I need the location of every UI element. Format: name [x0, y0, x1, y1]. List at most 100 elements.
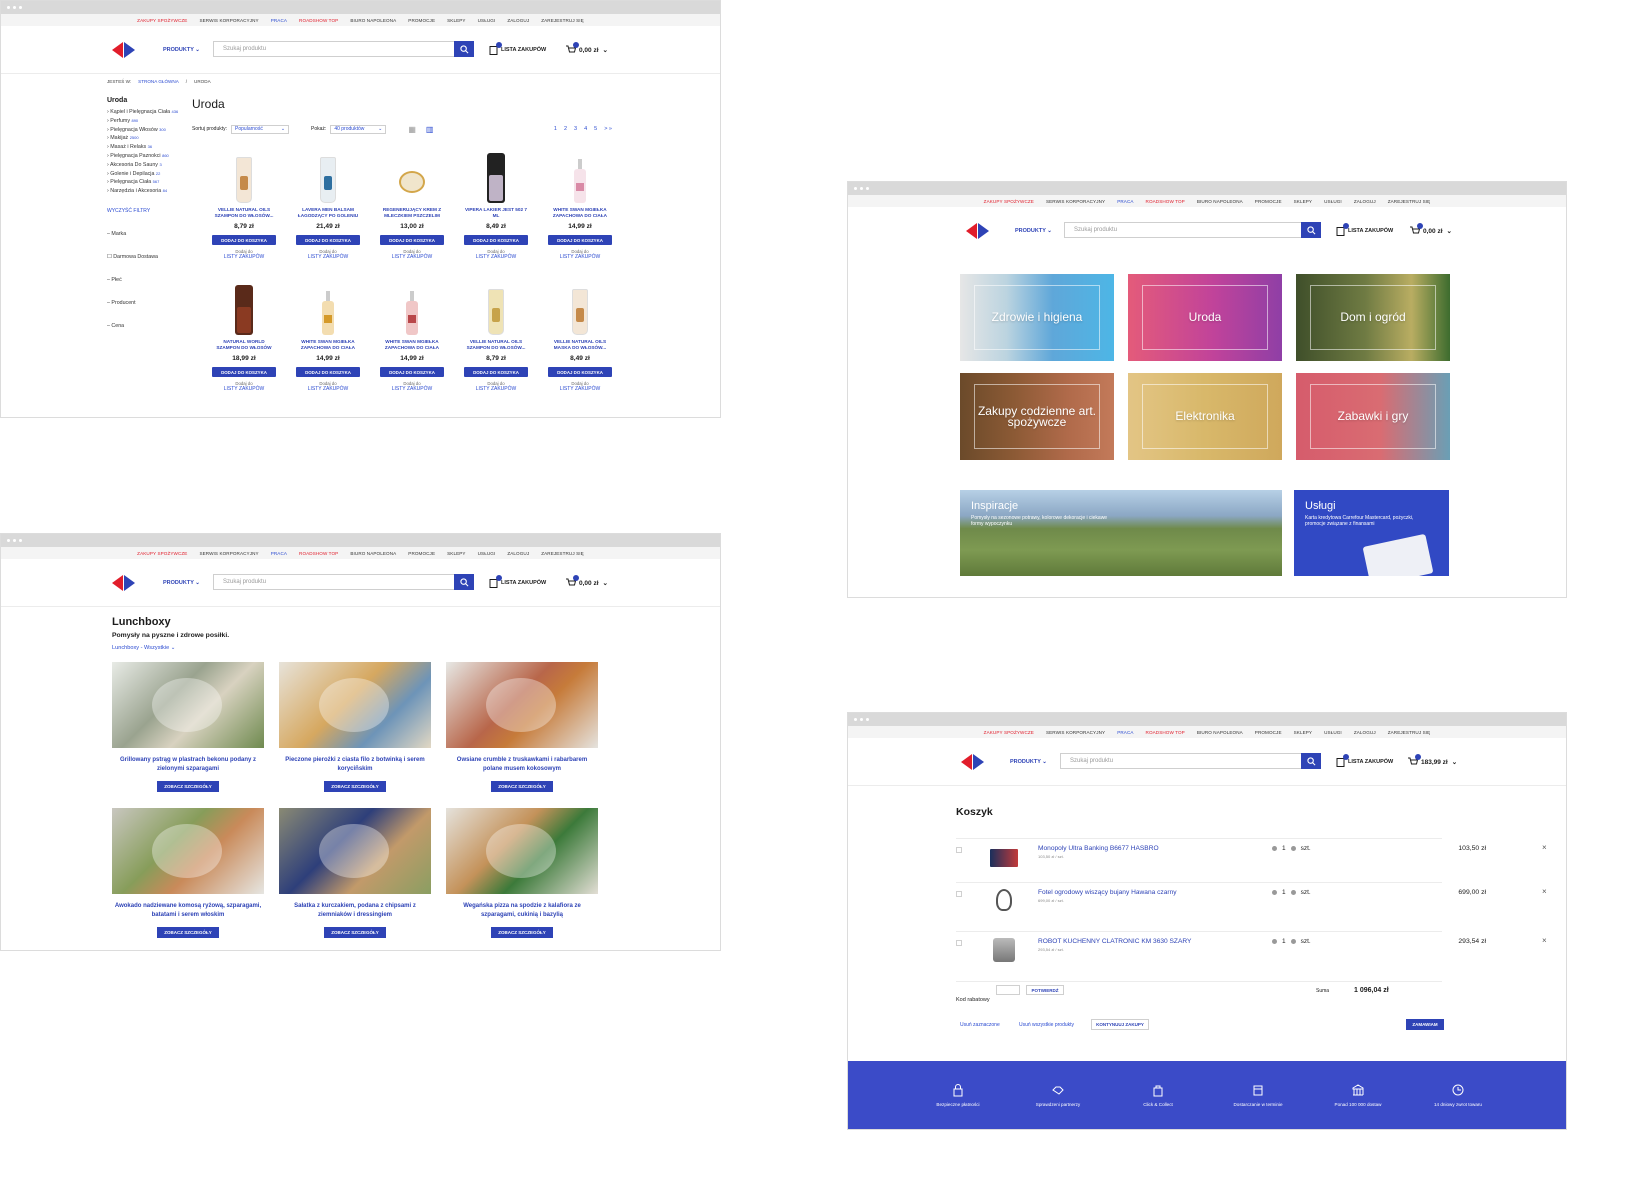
filter-producer[interactable]: – Producent: [107, 300, 187, 306]
confirm-coupon-button[interactable]: POTWIERDŹ: [1026, 985, 1064, 995]
clear-filters-link[interactable]: WYCZYŚĆ FILTRY: [107, 208, 187, 214]
filter-price[interactable]: – Cena: [107, 323, 187, 329]
sort-select[interactable]: Popularność ⌄: [231, 124, 290, 134]
topnav-item[interactable]: SKLEPY: [1294, 199, 1312, 204]
recipe-details-button[interactable]: ZOBACZ SZCZEGÓŁY: [157, 927, 219, 938]
add-to-cart-button[interactable]: DODAJ DO KOSZYKA: [296, 235, 360, 245]
product-name[interactable]: VELLIE NATURAL OILS SZAMPON DO WŁOSÓW...: [212, 207, 276, 219]
add-to-list-link[interactable]: LISTY ZAKUPÓW: [476, 386, 516, 392]
topnav-item[interactable]: SERWIS KORPORACYJNY: [1046, 199, 1105, 204]
minus-icon[interactable]: [1272, 890, 1277, 895]
cart-summary[interactable]: 0,00 zł ⌄: [566, 575, 608, 588]
topnav-item[interactable]: PRACA: [1117, 199, 1133, 204]
item-checkbox[interactable]: [956, 940, 962, 946]
recipe-details-button[interactable]: ZOBACZ SZCZEGÓŁY: [324, 781, 386, 792]
search-button[interactable]: [454, 41, 474, 57]
sidebar-category[interactable]: › Golenie i Depilacja 22: [107, 170, 187, 179]
item-checkbox[interactable]: [956, 891, 962, 897]
order-button[interactable]: ZAMAWIAM: [1406, 1019, 1444, 1030]
search-input[interactable]: Szukaj produktu: [1065, 227, 1301, 233]
product-image[interactable]: [313, 151, 343, 203]
add-to-list-link[interactable]: LISTY ZAKUPÓW: [560, 254, 600, 260]
quantity-stepper[interactable]: 1 szt.: [1272, 889, 1311, 896]
recipe-details-button[interactable]: ZOBACZ SZCZEGÓŁY: [324, 927, 386, 938]
product-name[interactable]: VELLIE NATURAL OILS SZAMPON DO WŁOSÓW...: [464, 339, 528, 351]
topnav-item[interactable]: USŁUGI: [1324, 730, 1342, 735]
recipe-details-button[interactable]: ZOBACZ SZCZEGÓŁY: [491, 927, 553, 938]
add-to-cart-button[interactable]: DODAJ DO KOSZYKA: [212, 367, 276, 377]
product-name[interactable]: REGENERUJĄCY KREM Z MLECZKIEM PSZCZELIM: [380, 207, 444, 219]
add-to-list-link[interactable]: LISTY ZAKUPÓW: [224, 254, 264, 260]
topnav-item[interactable]: ROADSHOW TOP: [299, 551, 338, 556]
topnav-item[interactable]: ZAKUPY SPOŻYWCZE: [984, 199, 1034, 204]
topnav-item[interactable]: ZALOGUJ: [1354, 730, 1376, 735]
topnav-item[interactable]: ZAKUPY SPOŻYWCZE: [137, 18, 187, 23]
topnav-item[interactable]: ROADSHOW TOP: [1146, 199, 1185, 204]
cart-summary[interactable]: 0,00 zł ⌄: [566, 42, 608, 55]
search-box[interactable]: Szukaj produktu: [213, 41, 474, 57]
products-menu-button[interactable]: PRODUKTY ⌄: [163, 47, 200, 53]
products-menu-button[interactable]: PRODUKTY ⌄: [1015, 228, 1052, 234]
filter-brand[interactable]: – Marka: [107, 231, 187, 237]
topnav-item[interactable]: SKLEPY: [447, 18, 465, 23]
topnav-item[interactable]: SKLEPY: [447, 551, 465, 556]
add-to-cart-button[interactable]: DODAJ DO KOSZYKA: [380, 367, 444, 377]
add-to-list-link[interactable]: LISTY ZAKUPÓW: [224, 386, 264, 392]
tile-home-garden[interactable]: Dom i ogród: [1296, 274, 1450, 361]
add-to-cart-button[interactable]: DODAJ DO KOSZYKA: [296, 367, 360, 377]
recipe-details-button[interactable]: ZOBACZ SZCZEGÓŁY: [157, 781, 219, 792]
search-input[interactable]: Szukaj produktu: [1061, 758, 1301, 764]
search-button[interactable]: [1301, 222, 1321, 238]
topnav-item[interactable]: PRACA: [271, 551, 287, 556]
cart-item-name[interactable]: Monopoly Ultra Banking B6677 HASBRO: [1038, 845, 1159, 852]
cart-item-name[interactable]: Fotel ogrodowy wiszący bujany Hawana cza…: [1038, 889, 1177, 896]
product-name[interactable]: WHITE SWAN MGIEŁKA ZAPACHOWA DO CIAŁA: [548, 207, 612, 219]
topnav-item[interactable]: USŁUGI: [478, 551, 496, 556]
add-to-list-link[interactable]: LISTY ZAKUPÓW: [392, 386, 432, 392]
topnav-item[interactable]: ZALOGUJ: [507, 18, 529, 23]
quantity-stepper[interactable]: 1 szt.: [1272, 845, 1311, 852]
cart-item-name[interactable]: ROBOT KUCHENNY CLATRONIC KM 3630 SZARY: [1038, 938, 1191, 945]
product-name[interactable]: NATURAL WORLD SZAMPON DO WŁOSÓW: [212, 339, 276, 351]
plus-icon[interactable]: [1290, 846, 1296, 851]
topnav-item[interactable]: ROADSHOW TOP: [1146, 730, 1185, 735]
recipe-title[interactable]: Owsiane crumble z truskawkami i rabarbar…: [447, 756, 597, 776]
plus-icon[interactable]: [1290, 890, 1296, 895]
shopping-list-link[interactable]: LISTA ZAKUPÓW: [489, 42, 546, 55]
add-to-cart-button[interactable]: DODAJ DO KOSZYKA: [548, 235, 612, 245]
recipe-title[interactable]: Wegańska pizza na spodzie z kalafiora ze…: [447, 902, 597, 922]
recipe-title[interactable]: Grillowany pstrąg w plastrach bekonu pod…: [113, 756, 263, 776]
topnav-item[interactable]: ZAREJESTRUJ SIĘ: [541, 18, 584, 23]
sidebar-category[interactable]: › Pielęgnacja Ciała 567: [107, 178, 187, 187]
recipe-image[interactable]: [446, 662, 598, 748]
search-box[interactable]: Szukaj produktu: [1064, 222, 1321, 238]
search-button[interactable]: [1301, 753, 1321, 769]
filter-gender[interactable]: – Płeć: [107, 277, 187, 283]
tile-toys[interactable]: Zabawki i gry: [1296, 373, 1450, 460]
sidebar-category[interactable]: › Akcesoria Do Sauny 3: [107, 161, 187, 170]
add-to-list-link[interactable]: LISTY ZAKUPÓW: [308, 254, 348, 260]
services-banner[interactable]: Usługi Karta kredytowa Carrefour Masterc…: [1294, 490, 1449, 576]
product-image[interactable]: [397, 283, 427, 335]
search-box[interactable]: Szukaj produktu: [1060, 753, 1321, 769]
sidebar-category[interactable]: › Masaż i Relaks 36: [107, 143, 187, 152]
minus-icon[interactable]: [1272, 846, 1277, 851]
shopping-list-link[interactable]: LISTA ZAKUPÓW: [1336, 754, 1393, 767]
topnav-item[interactable]: ZAREJESTRUJ SIĘ: [1388, 730, 1431, 735]
topnav-item[interactable]: SERWIS KORPORACYJNY: [199, 551, 258, 556]
topnav-item[interactable]: USŁUGI: [1324, 199, 1342, 204]
topnav-item[interactable]: SERWIS KORPORACYJNY: [199, 18, 258, 23]
product-image[interactable]: [565, 283, 595, 335]
remove-selected-link[interactable]: Usuń zaznaczone: [960, 1022, 1000, 1028]
page-link[interactable]: 3: [574, 126, 577, 132]
search-button[interactable]: [454, 574, 474, 590]
coupon-input[interactable]: [996, 985, 1020, 995]
product-image[interactable]: [313, 283, 343, 335]
add-to-list-link[interactable]: LISTY ZAKUPÓW: [476, 254, 516, 260]
product-name[interactable]: WHITE SWAN MGIEŁKA ZAPACHOWA DO CIAŁA: [380, 339, 444, 351]
product-image[interactable]: [481, 283, 511, 335]
topnav-item[interactable]: BIURO NAPOLEONA: [350, 18, 396, 23]
recipe-image[interactable]: [279, 808, 431, 894]
close-icon[interactable]: ×: [1542, 887, 1547, 896]
page-link[interactable]: 4: [584, 126, 587, 132]
